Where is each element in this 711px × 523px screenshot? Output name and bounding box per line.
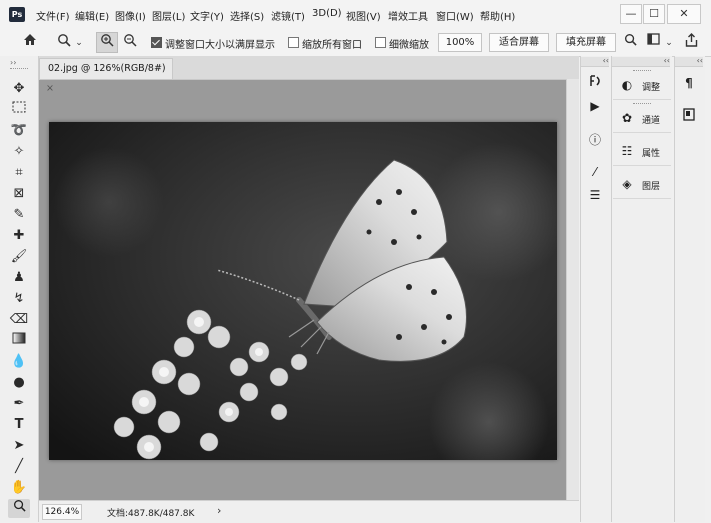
share-icon[interactable] [682,33,700,53]
healing-brush-tool-icon[interactable]: ✚ [8,226,30,245]
document-tab-title: 02.jpg @ 126%(RGB/8#) [48,63,166,74]
status-bar: 126.4% 文档:487.8K/487.8K › [39,500,579,523]
brush-settings-icon[interactable]: ⁄ [584,163,606,181]
lasso-tool-icon[interactable]: ➰ [8,121,30,140]
tools-panel: ›› ✥ ➰ ✧ ⌗ ⊠ ✎ ✚ 🖌 ♟ ↯ ⌫ 💧 ● ✒ T ➤ ╱ ✋ [0,56,39,522]
zoom-value-field[interactable]: 100% [438,33,482,52]
panel-collapse-2[interactable]: ‹‹ [612,57,670,67]
crop-tool-icon[interactable]: ⌗ [8,163,30,182]
panel-channels[interactable]: ✿ 通道 [613,101,671,133]
toolbar-collapse-icon[interactable]: ›› [10,58,16,67]
brush-tool-icon[interactable]: 🖌 [8,247,30,266]
brush-presets-icon[interactable]: ☰ [584,186,606,204]
zoom-out-icon[interactable] [121,33,139,53]
zoom-in-icon[interactable] [96,32,118,53]
eraser-tool-icon[interactable]: ⌫ [8,310,30,329]
panel-adjustments[interactable]: ◐ 调整 [613,68,671,100]
menu-select[interactable]: 选择(S) [230,8,264,23]
fit-screen-button[interactable]: 适合屏幕 [489,33,549,52]
photoshop-logo: Ps [9,7,25,22]
workspace-chevron-icon[interactable]: ⌄ [664,34,674,52]
quick-select-tool-icon[interactable]: ✧ [8,142,30,161]
pen-tool-icon[interactable]: ✒ [8,394,30,413]
info-icon[interactable]: ⓘ [584,131,606,149]
path-selection-tool-icon[interactable]: ➤ [8,436,30,455]
document-image[interactable] [49,122,557,460]
minimize-button[interactable]: — [620,4,642,24]
status-menu-arrow[interactable]: › [217,504,221,517]
history-icon[interactable] [584,74,606,92]
panel-collapse-1[interactable]: ‹‹ [581,57,609,67]
panel-properties-label: 属性 [642,149,661,159]
vertical-scrollbar[interactable] [566,79,579,500]
menu-window[interactable]: 窗口(W) [436,8,474,23]
document-tab-close-icon[interactable]: × [46,83,54,94]
panel-properties[interactable]: ☷ 属性 [613,134,671,166]
scrubby-zoom-checkbox[interactable] [375,37,386,48]
notes-icon[interactable] [678,108,700,126]
workspace-icon[interactable] [645,33,661,51]
menu-type[interactable]: 文字(Y) [190,8,224,23]
line-tool-icon[interactable]: ╱ [8,457,30,476]
move-tool-icon[interactable]: ✥ [8,79,30,98]
zoom-all-label: 缩放所有窗口 [302,40,362,51]
search-icon[interactable] [622,33,638,52]
menu-filter[interactable]: 滤镜(T) [271,8,305,23]
panel-collapse-3[interactable]: ‹‹ [675,57,703,67]
menu-file[interactable]: 文件(F) [36,8,70,23]
document-info: 文档:487.8K/487.8K [107,509,195,519]
menu-help[interactable]: 帮助(H) [480,8,515,23]
options-bar: ⌄ 调整窗口大小以满屏显示 缩放所有窗口 细微缩放 100% 适合屏幕 填充屏幕… [0,28,711,57]
dodge-tool-icon[interactable]: ● [8,373,30,392]
zoom-tool-icon[interactable] [8,499,30,518]
maximize-button[interactable]: ☐ [643,4,665,24]
chevron-down-icon[interactable]: ⌄ [74,34,84,52]
panel-channels-label: 通道 [642,116,661,126]
menu-layer[interactable]: 图层(L) [152,8,185,23]
actions-play-icon[interactable]: ▶ [584,97,606,115]
adjustments-icon: ◐ [621,78,633,92]
blur-tool-icon[interactable]: 💧 [8,352,30,371]
zoom-all-checkbox[interactable] [288,37,299,48]
resize-windows-checkbox[interactable] [151,37,162,48]
layers-icon: ◈ [622,177,632,191]
channels-icon: ✿ [621,111,633,125]
zoom-icon[interactable] [55,33,73,53]
marquee-tool-icon[interactable] [8,100,30,119]
clone-stamp-tool-icon[interactable]: ♟ [8,268,30,287]
home-icon[interactable] [20,33,40,52]
fill-screen-button[interactable]: 填充屏幕 [556,33,616,52]
properties-icon: ☷ [621,144,633,158]
menu-edit[interactable]: 编辑(E) [75,8,109,23]
panel-layers-label: 图层 [642,182,661,192]
frame-tool-icon[interactable]: ⊠ [8,184,30,203]
menu-3d[interactable]: 3D(D) [312,8,342,19]
panel-layers[interactable]: ◈ 图层 [613,167,671,199]
resize-windows-label: 调整窗口大小以满屏显示 [165,40,275,51]
menu-bar: Ps 文件(F) 编辑(E) 图像(I) 图层(L) 文字(Y) 选择(S) 滤… [0,0,711,29]
history-brush-tool-icon[interactable]: ↯ [8,289,30,308]
scrubby-zoom-label: 细微缩放 [389,40,429,51]
panel-adjustments-label: 调整 [642,83,661,93]
type-tool-icon[interactable]: T [8,415,30,434]
hand-tool-icon[interactable]: ✋ [8,478,30,497]
panel-strip-history [580,56,611,522]
menu-image[interactable]: 图像(I) [115,8,146,23]
menu-view[interactable]: 视图(V) [346,8,381,23]
document-tab[interactable]: 02.jpg @ 126%(RGB/8#) × [39,58,173,94]
toolbar-grip[interactable] [10,68,28,69]
paragraph-icon[interactable]: ¶ [678,74,700,92]
eyedropper-tool-icon[interactable]: ✎ [8,205,30,224]
menu-plugins[interactable]: 增效工具 [388,8,428,23]
close-button[interactable]: ✕ [667,4,701,24]
gradient-tool-icon[interactable] [8,331,30,350]
zoom-level-field[interactable]: 126.4% [42,504,82,520]
